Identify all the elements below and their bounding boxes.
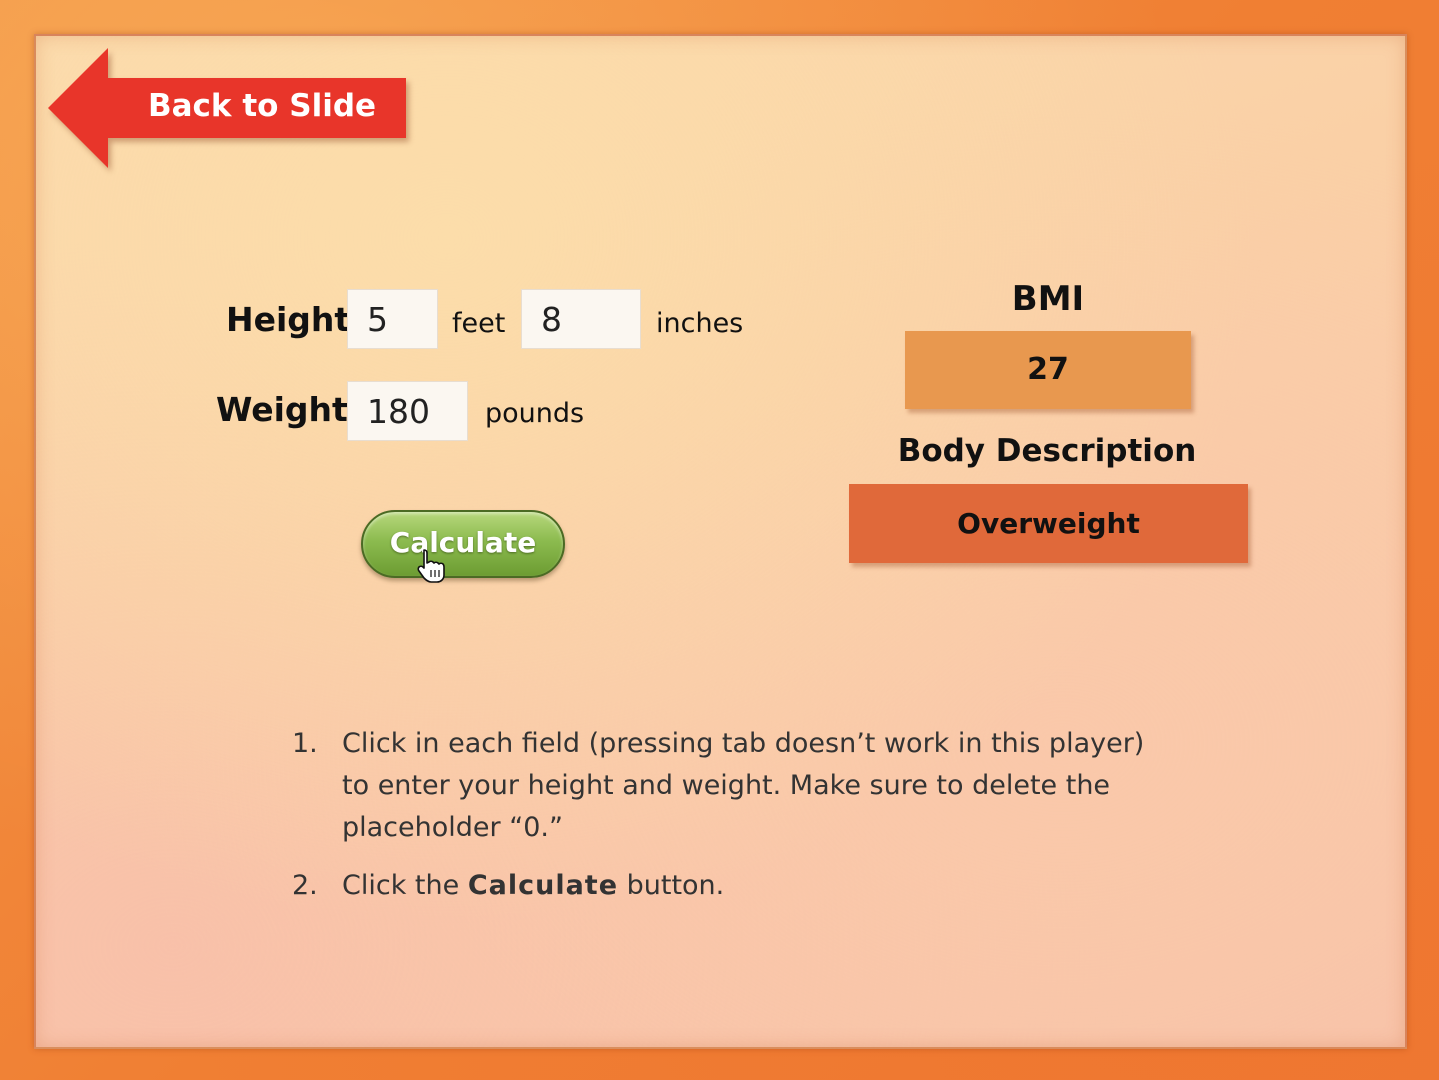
instruction-text-after: button. (618, 870, 725, 901)
body-description-box: Overweight (849, 484, 1248, 563)
height-inches-input[interactable]: 8 (521, 289, 641, 349)
weight-input[interactable]: 180 (347, 381, 468, 441)
instruction-number: 2. (292, 870, 318, 901)
instruction-text-bold: Calculate (467, 870, 619, 901)
instruction-text-before: Click the (342, 870, 468, 901)
hand-pointer-icon (417, 549, 445, 583)
bmi-heading: BMI (1011, 279, 1085, 319)
back-to-slide-button[interactable]: Back to Slide (48, 48, 410, 168)
instructions-list: 1. Click in each field (pressing tab doe… (292, 723, 1172, 923)
height-label: Height (226, 300, 351, 339)
instruction-text: Click in each field (pressing tab doesn’… (342, 728, 1145, 843)
calculate-button[interactable]: Calculate (361, 510, 565, 578)
inches-unit-label: inches (656, 308, 744, 339)
instruction-number: 1. (292, 728, 318, 759)
body-description-heading: Body Description (897, 433, 1197, 469)
calculate-label: Calculate (389, 526, 537, 559)
bmi-value-box: 27 (905, 331, 1191, 409)
instruction-item: 2. Click the Calculate button. (292, 865, 1172, 907)
instruction-item: 1. Click in each field (pressing tab doe… (292, 723, 1172, 849)
pounds-unit-label: pounds (485, 398, 585, 429)
back-to-slide-label: Back to Slide (148, 88, 377, 124)
weight-label: Weight (216, 390, 348, 429)
feet-unit-label: feet (452, 308, 506, 339)
height-feet-input[interactable]: 5 (347, 289, 438, 349)
